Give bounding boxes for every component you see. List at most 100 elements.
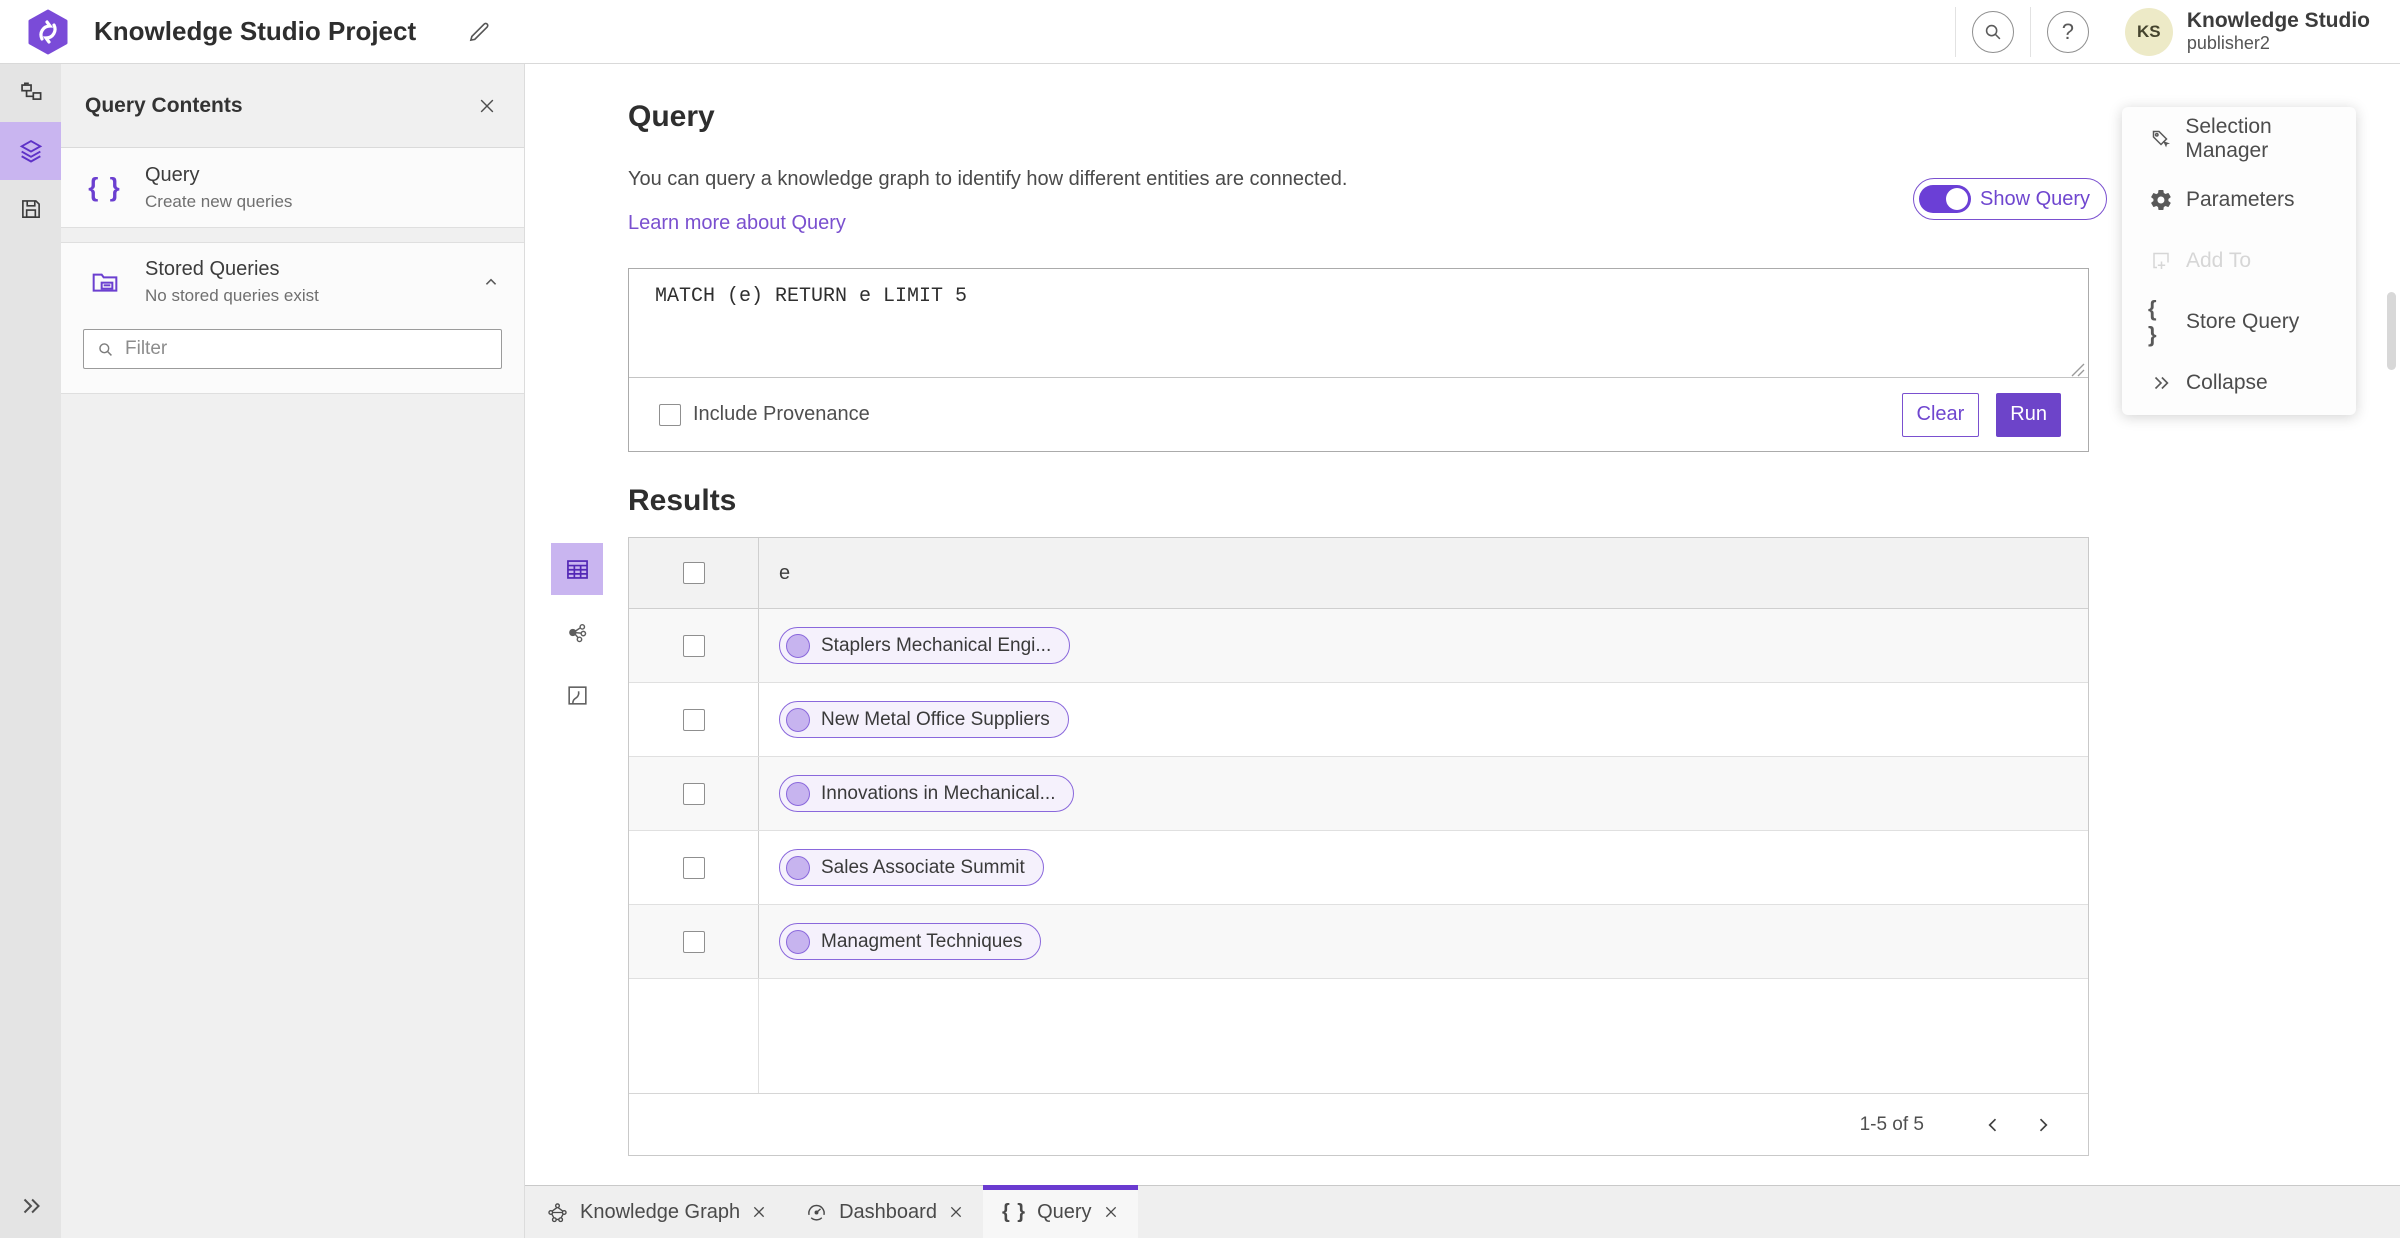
tab-knowledge-graph[interactable]: Knowledge Graph (527, 1186, 786, 1238)
tab-close-icon[interactable] (1103, 1204, 1119, 1220)
help-button[interactable]: ? (2046, 10, 2089, 53)
entity-pill[interactable]: Innovations in Mechanical... (779, 775, 1075, 812)
rail-item-contents[interactable] (0, 122, 61, 180)
show-query-toggle[interactable]: Show Query (1913, 178, 2108, 220)
chevron-left-icon (1983, 1115, 2003, 1135)
entity-label: Innovations in Mechanical... (821, 782, 1056, 804)
header-divider (1954, 6, 1956, 57)
close-icon (477, 96, 497, 116)
rail-item-save[interactable] (0, 180, 61, 238)
view-tab-bar: Knowledge Graph Dashboard {} Query (525, 1185, 2400, 1238)
entity-label: Managment Techniques (821, 930, 1023, 952)
table-row: Managment Techniques (629, 905, 2088, 979)
layers-icon (17, 137, 45, 165)
include-provenance-label: Include Provenance (693, 403, 870, 425)
panel-item-query[interactable]: { } Query Create new queries (61, 148, 524, 228)
panel-item-text: Query Create new queries (145, 164, 292, 212)
chevron-up-icon[interactable] (480, 271, 502, 293)
learn-more-link[interactable]: Learn more about Query (628, 212, 846, 235)
menu-item-label: Add To (2186, 248, 2251, 272)
folder-icon (83, 266, 127, 298)
row-checkbox[interactable] (682, 782, 705, 805)
menu-item-selection-manager[interactable]: Selection Manager (2122, 108, 2356, 169)
query-textarea[interactable]: MATCH (e) RETURN e LIMIT 5 (629, 269, 2088, 378)
table-empty-space (629, 979, 2088, 1093)
double-chevron-right-icon (2148, 372, 2174, 394)
table-view-button[interactable] (551, 543, 603, 595)
map-icon (565, 683, 590, 708)
table-row: Sales Associate Summit (629, 831, 2088, 905)
row-checkbox[interactable] (682, 708, 705, 731)
row-checkbox-cell (629, 831, 759, 904)
entity-dot-icon (786, 855, 810, 880)
tab-label: Query (1037, 1200, 1092, 1223)
knowledge-graph-icon (546, 1201, 569, 1224)
row-checkbox[interactable] (682, 856, 705, 879)
previous-page-button[interactable] (1976, 1108, 2010, 1142)
app-header: Knowledge Studio Project ? KS Knowledge … (0, 0, 2400, 64)
header-checkbox-cell (629, 538, 759, 608)
empty-entity-column (759, 979, 2088, 1093)
clear-button[interactable]: Clear (1901, 392, 1980, 437)
row-checkbox[interactable] (682, 930, 705, 953)
column-header-e: e (779, 561, 791, 584)
entity-pill[interactable]: Staplers Mechanical Engi... (779, 627, 1071, 664)
rail-item-data-model[interactable] (0, 64, 61, 122)
menu-item-collapse[interactable]: Collapse (2122, 352, 2356, 413)
panel-item-subtitle: No stored queries exist (145, 286, 319, 305)
entity-pill[interactable]: Managment Techniques (779, 923, 1042, 960)
search-button[interactable] (1971, 10, 2014, 53)
select-all-checkbox[interactable] (682, 562, 705, 584)
row-checkbox-cell (629, 757, 759, 830)
panel-item-subtitle: Create new queries (145, 191, 293, 211)
tab-query[interactable]: { } Query (982, 1185, 1138, 1238)
row-checkbox-cell (629, 609, 759, 682)
edit-title-button[interactable] (462, 15, 496, 49)
link-chart-view-button[interactable] (551, 606, 603, 658)
app-logo[interactable] (26, 9, 70, 55)
row-checkbox-cell (629, 905, 759, 978)
avatar[interactable]: KS (2124, 7, 2173, 56)
close-panel-button[interactable] (470, 89, 504, 123)
run-button[interactable]: Run (1996, 392, 2061, 437)
panel-item-stored-queries[interactable]: Stored Queries No stored queries exist (61, 243, 524, 321)
entity-pill[interactable]: New Metal Office Suppliers (779, 701, 1069, 738)
tab-close-icon[interactable] (751, 1204, 767, 1220)
user-info[interactable]: Knowledge Studio publisher2 (2187, 9, 2370, 54)
filter-field (83, 329, 502, 369)
tab-label: Knowledge Graph (580, 1200, 741, 1223)
scrollbar-thumb[interactable] (2387, 292, 2396, 370)
entity-cell: New Metal Office Suppliers (759, 683, 2088, 756)
entity-dot-icon (786, 781, 810, 806)
panel-header: Query Contents (61, 64, 524, 148)
include-provenance-checkbox[interactable] (659, 403, 681, 426)
entity-label: Staplers Mechanical Engi... (821, 634, 1052, 656)
next-page-button[interactable] (2026, 1108, 2060, 1142)
query-description: You can query a knowledge graph to ident… (628, 168, 1348, 190)
resize-handle-icon[interactable] (2071, 363, 2085, 377)
knowledge-studio-app: Knowledge Studio Project ? KS Knowledge … (0, 0, 2400, 1238)
menu-item-store-query[interactable]: { } Store Query (2122, 291, 2356, 352)
gear-icon (2148, 188, 2174, 212)
row-checkbox[interactable] (682, 634, 705, 657)
tab-close-icon[interactable] (948, 1204, 964, 1220)
map-view-button[interactable] (551, 669, 603, 721)
table-row: New Metal Office Suppliers (629, 683, 2088, 757)
entity-dot-icon (786, 929, 810, 954)
filter-input[interactable] (125, 338, 501, 360)
dashboard-gauge-icon (805, 1201, 828, 1224)
entity-pill[interactable]: Sales Associate Summit (779, 849, 1044, 886)
query-contents-panel: Query Contents { } Query Create new quer… (61, 64, 525, 1238)
link-chart-icon (565, 620, 590, 645)
search-icon (1982, 21, 2004, 43)
menu-item-parameters[interactable]: Parameters (2122, 169, 2356, 230)
empty-checkbox-column (629, 979, 759, 1093)
tab-dashboard[interactable]: Dashboard (786, 1186, 983, 1238)
table-icon (564, 556, 591, 583)
expand-rail-button[interactable] (0, 1182, 61, 1230)
toggle-track (1919, 185, 1971, 213)
show-query-label: Show Query (1980, 187, 2091, 210)
entity-label: Sales Associate Summit (821, 856, 1025, 878)
question-icon: ? (2061, 18, 2074, 44)
row-checkbox-cell (629, 683, 759, 756)
